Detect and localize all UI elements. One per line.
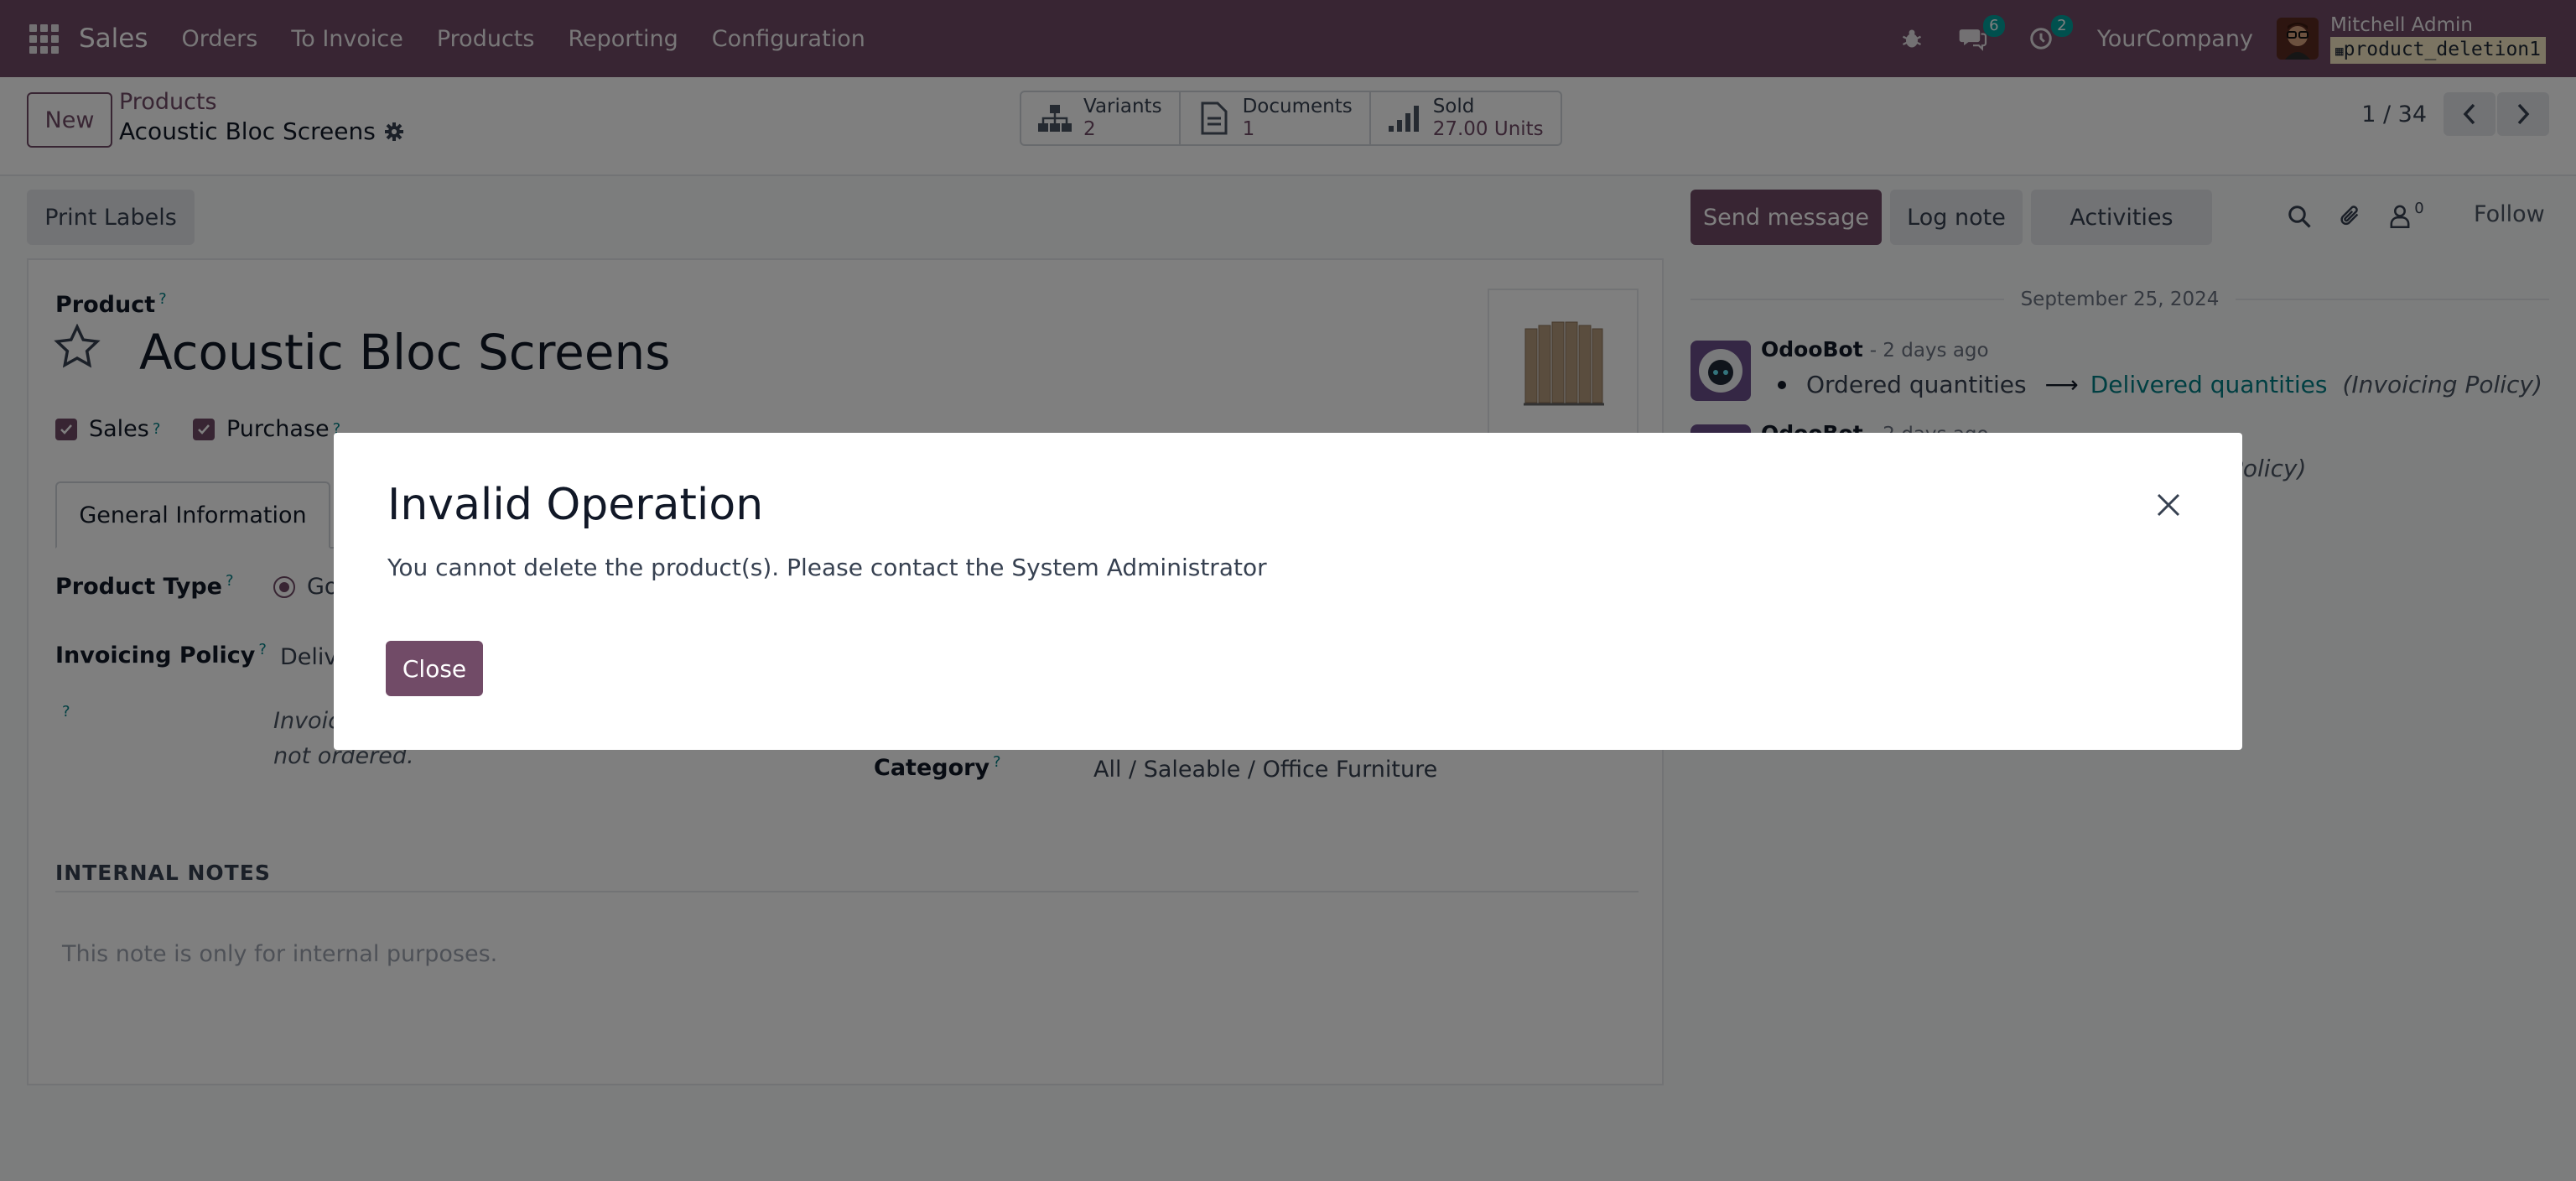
close-icon[interactable] <box>2152 488 2185 522</box>
close-button[interactable]: Close <box>386 641 483 696</box>
error-dialog: Invalid Operation You cannot delete the … <box>334 433 2242 750</box>
dialog-title: Invalid Operation <box>387 480 764 530</box>
dialog-message: You cannot delete the product(s). Please… <box>387 554 1267 581</box>
